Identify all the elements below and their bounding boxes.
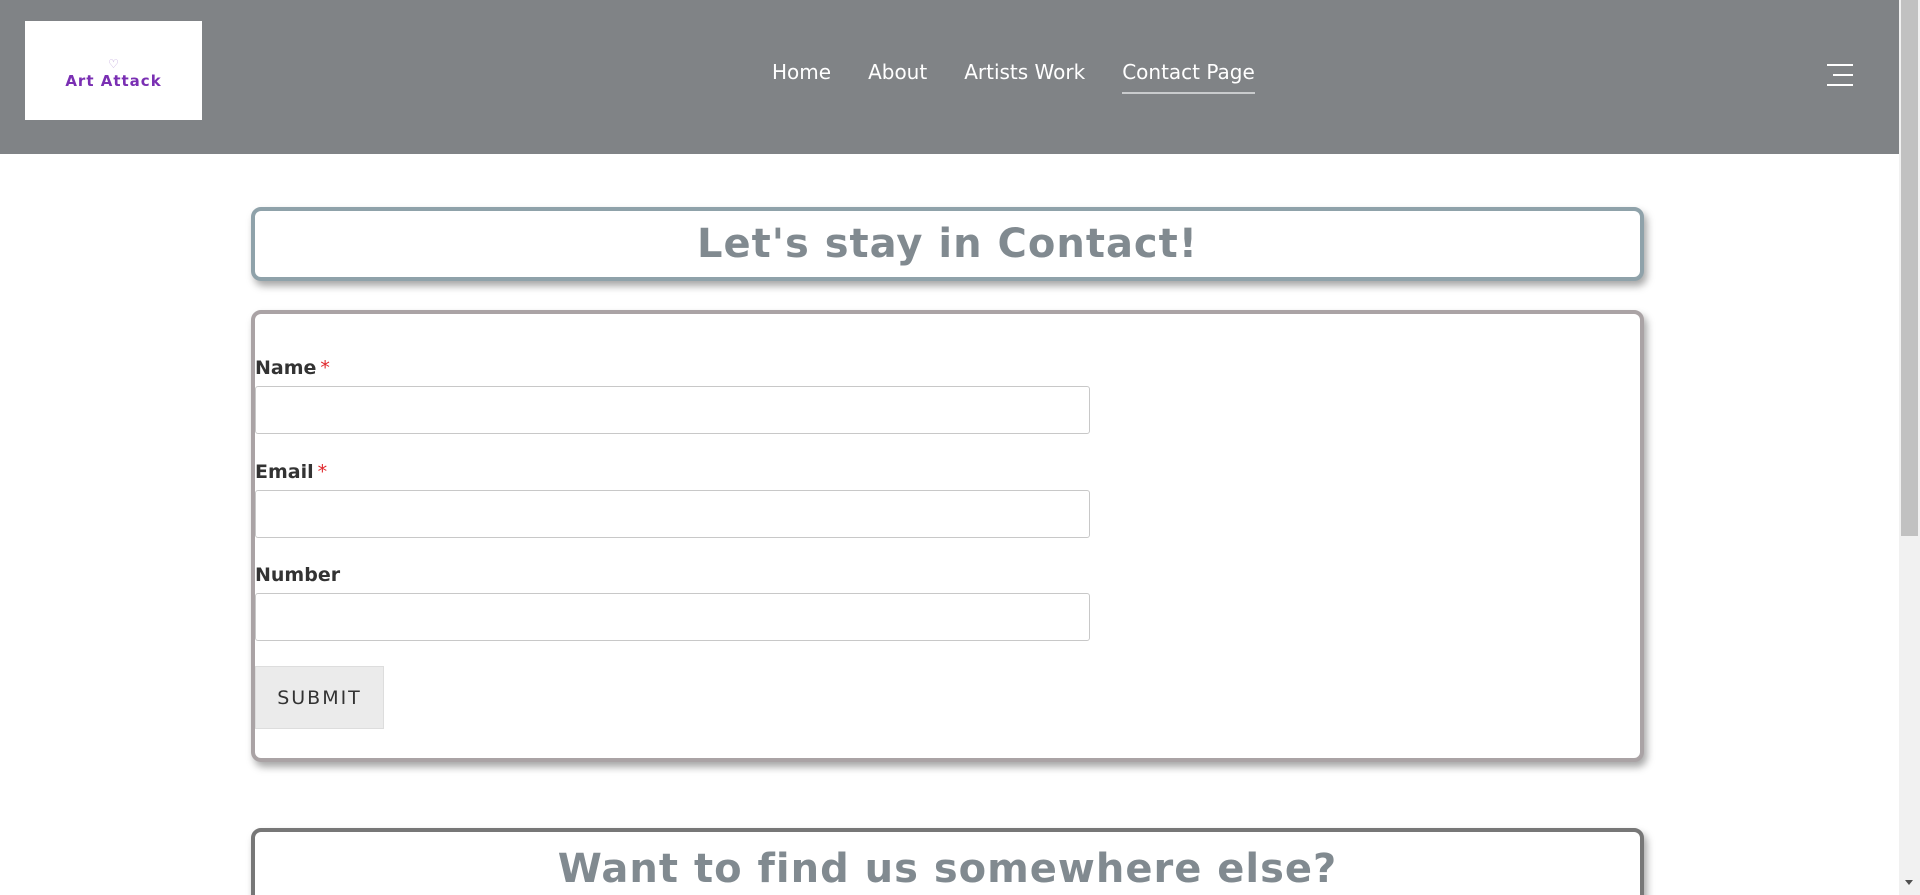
heart-icon: ♡ — [108, 56, 119, 71]
required-mark: * — [317, 461, 328, 483]
contact-form: Name * Email * Number SUBMIT — [255, 314, 1640, 758]
nav-item-home[interactable]: Home — [772, 60, 831, 94]
email-input[interactable] — [255, 490, 1090, 538]
main-nav: Home About Artists Work Contact Page — [772, 60, 1292, 94]
page: ♡ Art Attack Home About Artists Work Con… — [0, 0, 1920, 895]
email-label-text: Email — [255, 461, 314, 483]
email-label: Email * — [255, 461, 327, 483]
contact-title-card: Let's stay in Contact! — [251, 207, 1644, 281]
nav-item-contact-page[interactable]: Contact Page — [1122, 60, 1255, 94]
number-label-text: Number — [255, 564, 341, 586]
nav-item-artists-work[interactable]: Artists Work — [964, 60, 1085, 94]
name-input[interactable] — [255, 386, 1090, 434]
scrollbar-thumb[interactable] — [1901, 0, 1918, 536]
nav-item-about[interactable]: About — [868, 60, 927, 94]
hamburger-icon[interactable] — [1827, 64, 1853, 86]
contact-form-card: Name * Email * Number SUBMIT — [251, 310, 1644, 762]
required-mark: * — [320, 357, 330, 379]
elsewhere-title: Want to find us somewhere else? — [557, 846, 1338, 892]
elsewhere-title-card: Want to find us somewhere else? — [251, 828, 1644, 895]
number-input[interactable] — [255, 593, 1090, 641]
name-label: Name * — [255, 357, 330, 379]
name-label-text: Name — [255, 357, 317, 379]
site-logo[interactable]: ♡ Art Attack — [25, 21, 202, 120]
submit-button[interactable]: SUBMIT — [255, 666, 384, 729]
number-label: Number — [255, 564, 340, 586]
scroll-down-arrow-icon[interactable] — [1905, 880, 1913, 885]
page-scrollbar[interactable] — [1899, 0, 1920, 895]
logo-text: Art Attack — [65, 71, 162, 90]
site-header: ♡ Art Attack Home About Artists Work Con… — [0, 0, 1899, 154]
contact-title: Let's stay in Contact! — [696, 221, 1199, 267]
